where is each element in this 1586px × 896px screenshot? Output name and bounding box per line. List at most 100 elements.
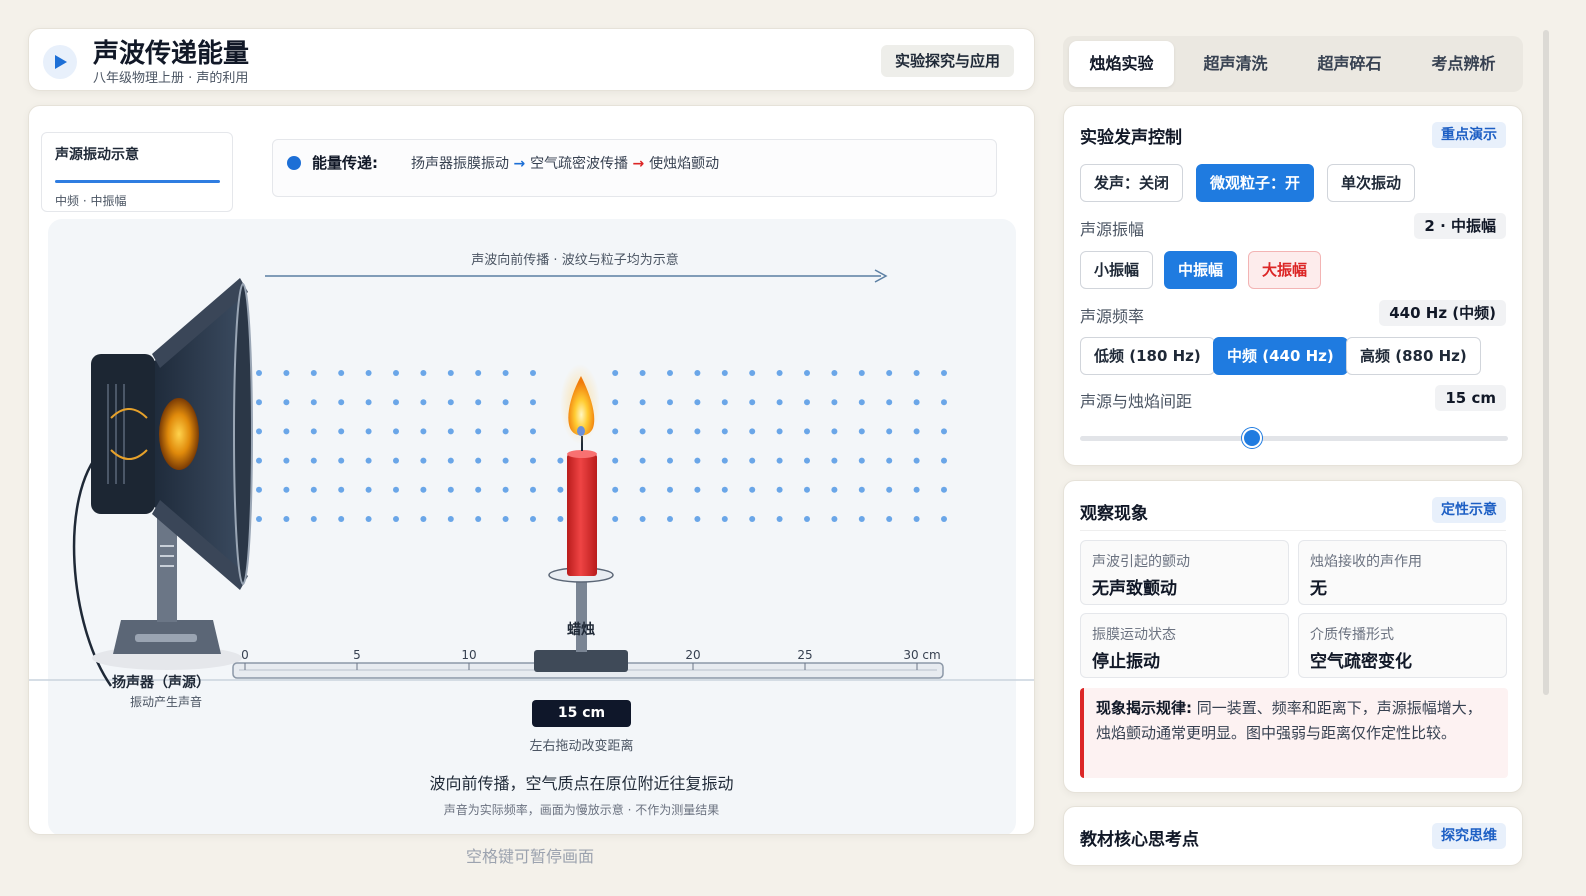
air-particle (338, 370, 345, 376)
amplitude-small-button[interactable]: 小振幅 (1080, 251, 1154, 289)
particles-toggle-button[interactable]: 微观粒子：开 (1196, 164, 1315, 202)
air-particle (776, 428, 783, 435)
sound-control-panel: 实验发声控制 重点演示 发声：关闭 微观粒子：开 单次振动 声源振幅 2 · 中… (1063, 105, 1523, 466)
air-particle (721, 399, 728, 406)
air-particle (858, 370, 865, 376)
energy-transfer-panel: 能量传递: 扬声器振膜振动 → 空气疏密波传播 → 使烛焰颤动 (272, 139, 997, 197)
air-particle (447, 370, 454, 376)
air-particle (913, 428, 920, 435)
air-particle (886, 399, 893, 406)
frequency-high-button[interactable]: 高频 (880 Hz) (1346, 337, 1481, 375)
air-particle (941, 428, 947, 435)
header-bar: 声波传递能量 八年级物理上册 · 声的利用 实验探究与应用 (28, 28, 1035, 91)
air-particle (639, 370, 646, 376)
flame-core (577, 426, 585, 436)
air-particle (804, 486, 810, 493)
observation-value: 空气疏密变化 (1310, 652, 1412, 672)
vibration-indicator-title: 声源振动示意 (55, 147, 139, 163)
air-particle (831, 428, 838, 435)
stage-caption-note: 声音为实际频率，画面为慢放示意 · 不作为测量结果 (443, 803, 720, 817)
tab-exam-points[interactable]: 考点辨析 (1411, 41, 1516, 87)
air-particle (612, 399, 619, 406)
air-particle (530, 457, 536, 464)
air-particle (420, 457, 427, 464)
air-particle (831, 486, 838, 493)
air-particle (447, 516, 454, 522)
air-particle (365, 516, 372, 522)
amplitude-medium-button[interactable]: 中振幅 (1164, 251, 1238, 289)
air-particle (502, 486, 509, 493)
air-particle (941, 516, 947, 522)
observation-label: 声波引起的颤动 (1092, 554, 1190, 570)
air-particle (338, 428, 345, 435)
candle-holder-base[interactable] (534, 650, 628, 672)
core-title: 教材核心思考点 (1080, 830, 1199, 850)
air-particle (256, 370, 262, 376)
energy-step: 扬声器振膜振动 (411, 156, 509, 172)
frequency-value: 440 Hz (中频) (1379, 300, 1506, 326)
air-particle (475, 399, 482, 406)
pause-hint: 空格键可暂停画面 (465, 847, 594, 866)
control-tag: 重点演示 (1432, 122, 1506, 148)
sound-toggle-button[interactable]: 发声：关闭 (1080, 164, 1184, 202)
air-particle (831, 457, 838, 464)
air-particle (557, 486, 564, 493)
air-particle (256, 428, 262, 435)
section-badge[interactable]: 实验探究与应用 (880, 45, 1014, 77)
observation-item: 振膜运动状态 停止振动 (1080, 613, 1289, 678)
air-particle (913, 516, 920, 522)
air-particle (530, 486, 536, 493)
tab-ultrasonic-cleaning[interactable]: 超声清洗 (1183, 41, 1288, 87)
air-particle (502, 516, 509, 522)
air-particle (776, 370, 783, 376)
air-particle (256, 399, 262, 406)
tab-ultrasonic-lithotripsy[interactable]: 超声碎石 (1297, 41, 1402, 87)
wave-label: 声波向前传播 · 波纹与粒子均为示意 (471, 252, 678, 268)
air-particle (447, 457, 454, 464)
amplitude-large-button[interactable]: 大振幅 (1248, 251, 1322, 289)
air-particle (721, 370, 728, 376)
air-particle (694, 516, 701, 522)
candle-holder-stem (576, 579, 587, 652)
air-particle (365, 457, 372, 464)
air-particle (420, 399, 427, 406)
air-particle (913, 457, 920, 464)
air-particle (338, 516, 345, 522)
air-particle (858, 516, 865, 522)
air-particle (420, 486, 427, 493)
air-particle (365, 370, 372, 376)
tab-candle-experiment[interactable]: 烛焰实验 (1069, 41, 1174, 87)
distance-slider-track[interactable] (1080, 436, 1508, 441)
air-particle (338, 457, 345, 464)
frequency-mid-button[interactable]: 中频 (440 Hz) (1213, 337, 1348, 375)
air-particle (776, 486, 783, 493)
air-particle (804, 370, 810, 376)
divider (1080, 530, 1506, 531)
observation-value: 无声致颤动 (1092, 579, 1177, 599)
single-vibration-button[interactable]: 单次振动 (1327, 164, 1416, 202)
play-button[interactable] (43, 45, 77, 79)
ruler-tick-label: 10 (461, 648, 476, 662)
air-particle (913, 370, 920, 376)
air-particle (804, 457, 810, 464)
drag-hint: 左右拖动改变距离 (529, 739, 634, 754)
rule-callout: 现象揭示规律: 同一装置、频率和距离下，声源振幅增大，烛焰颤动通常更明显。图中强… (1080, 688, 1508, 778)
air-particle (639, 399, 646, 406)
vibration-indicator-text: 中频 · 中振幅 (55, 194, 127, 208)
air-particle (858, 428, 865, 435)
frequency-low-button[interactable]: 低频 (180 Hz) (1080, 337, 1215, 375)
vibration-indicator: 声源振动示意 中频 · 中振幅 (41, 132, 233, 212)
air-particle (721, 457, 728, 464)
air-particle (612, 370, 619, 376)
air-particle (749, 516, 756, 522)
vibration-level-bar (55, 180, 220, 183)
air-particle (447, 399, 454, 406)
scrollbar[interactable] (1543, 30, 1549, 695)
distance-label: 声源与烛焰间距 (1080, 392, 1193, 411)
air-particle (475, 516, 482, 522)
air-particle (831, 516, 838, 522)
air-particle (612, 516, 619, 522)
air-particle (694, 428, 701, 435)
ruler-tick-label: 25 (797, 648, 812, 662)
distance-slider-thumb[interactable] (1242, 428, 1262, 448)
